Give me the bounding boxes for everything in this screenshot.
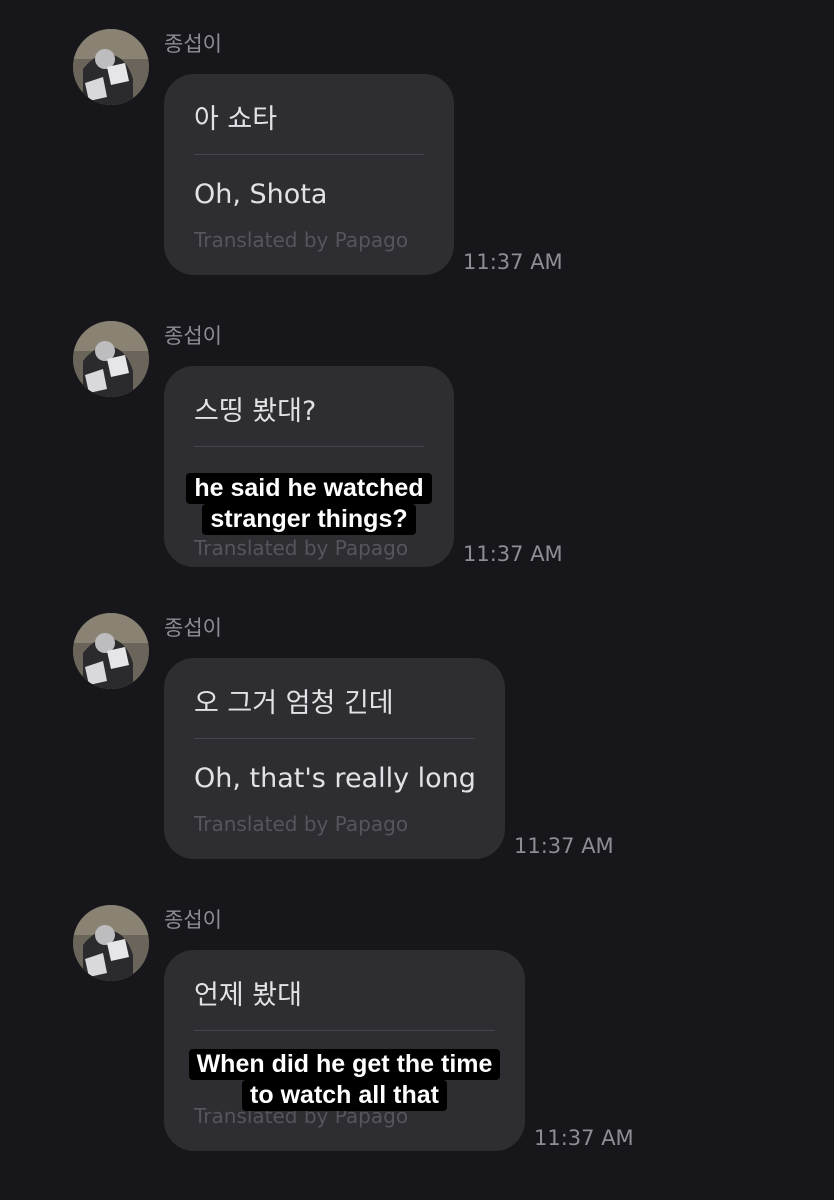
translation-credit: Translated by Papago: [194, 812, 409, 836]
translation-divider: [194, 446, 424, 447]
sender-avatar[interactable]: [73, 321, 149, 397]
avatar-photo-icon: [73, 321, 149, 397]
original-text: 언제 봤대: [194, 980, 302, 1011]
message-bubble[interactable]: 스띵 봤대? Translated by Papago: [164, 366, 454, 567]
translated-text: Oh, that's really long: [194, 763, 476, 794]
subtitle-line: stranger things?: [202, 504, 416, 535]
avatar-photo-icon: [73, 613, 149, 689]
sender-avatar[interactable]: [73, 905, 149, 981]
sender-avatar[interactable]: [73, 29, 149, 105]
subtitle-line: he said he watched: [186, 473, 432, 504]
original-text: 스띵 봤대?: [194, 396, 317, 427]
sender-name: 종섭이: [164, 324, 222, 348]
message-timestamp: 11:37 AM: [514, 834, 614, 858]
translated-text: Oh, Shota: [194, 179, 328, 210]
subtitle-caption: When did he get the time to watch all th…: [164, 1049, 525, 1111]
message-bubble[interactable]: 오 그거 엄청 긴데 Oh, that's really long Transl…: [164, 658, 505, 859]
subtitle-line: When did he get the time: [188, 1049, 501, 1080]
original-text: 아 쇼타: [194, 104, 278, 135]
sender-name: 종섭이: [164, 908, 222, 932]
avatar-photo-icon: [73, 905, 149, 981]
original-text: 오 그거 엄청 긴데: [194, 688, 394, 719]
translation-divider: [194, 154, 424, 155]
sender-name: 종섭이: [164, 616, 222, 640]
message-bubble[interactable]: 아 쇼타 Oh, Shota Translated by Papago: [164, 74, 454, 275]
avatar-photo-icon: [73, 29, 149, 105]
subtitle-caption: he said he watched stranger things?: [164, 473, 454, 535]
message-timestamp: 11:37 AM: [463, 542, 563, 566]
translation-credit: Translated by Papago: [194, 228, 409, 252]
sender-avatar[interactable]: [73, 613, 149, 689]
sender-name: 종섭이: [164, 32, 222, 56]
translation-divider: [194, 738, 475, 739]
subtitle-line: to watch all that: [242, 1080, 447, 1111]
translation-credit: Translated by Papago: [194, 536, 409, 560]
message-timestamp: 11:37 AM: [534, 1126, 634, 1150]
translation-divider: [194, 1030, 495, 1031]
message-timestamp: 11:37 AM: [463, 250, 563, 274]
